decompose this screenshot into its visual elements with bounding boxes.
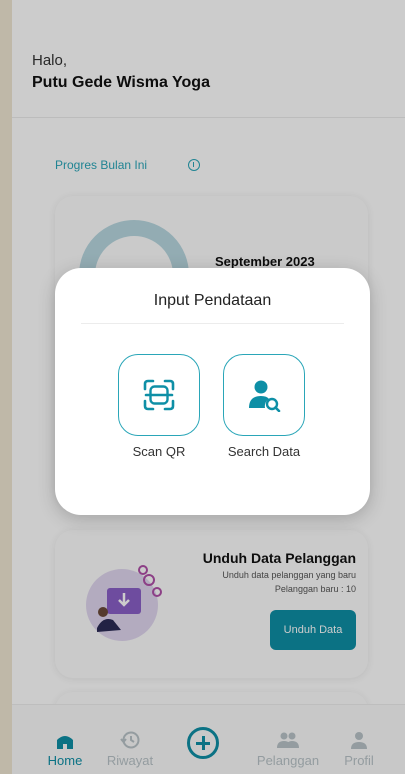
user-search-icon bbox=[249, 380, 281, 412]
search-data-option[interactable]: Search Data bbox=[223, 354, 305, 459]
modal-divider bbox=[81, 323, 344, 324]
modal-title: Input Pendataan bbox=[153, 292, 272, 309]
scan-qr-label: Scan QR bbox=[132, 444, 186, 459]
search-data-label: Search Data bbox=[227, 444, 301, 459]
scan-qr-option[interactable]: Scan QR bbox=[118, 354, 200, 459]
input-modal: Input Pendataan Scan QR Search Data bbox=[55, 268, 370, 515]
search-data-button[interactable] bbox=[223, 354, 305, 436]
qr-scan-icon bbox=[143, 379, 175, 411]
scan-qr-button[interactable] bbox=[118, 354, 200, 436]
